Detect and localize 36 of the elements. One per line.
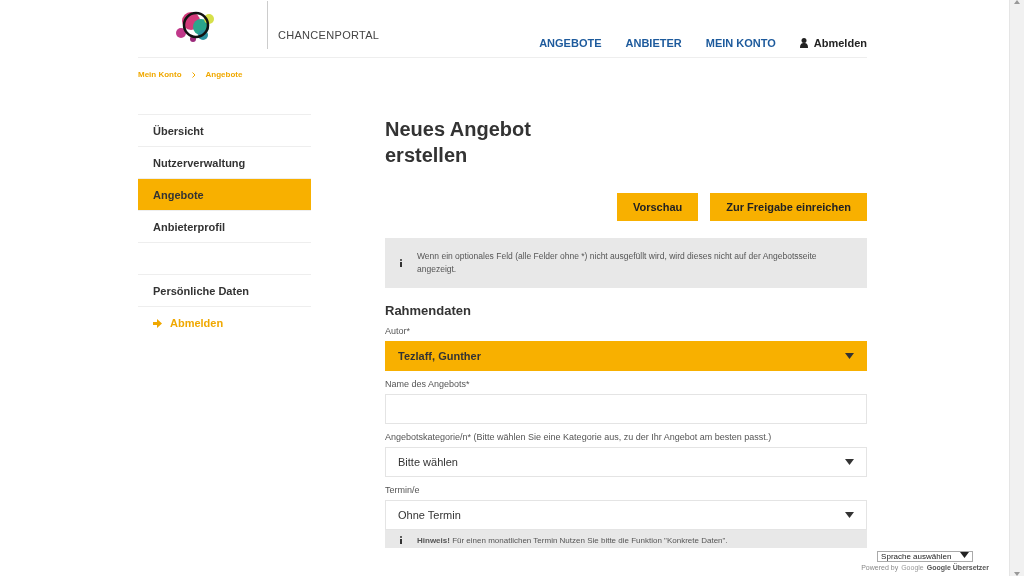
nav-link[interactable]: MEIN KONTO: [705, 37, 776, 49]
select-field[interactable]: Tezlaff, Gunther: [385, 341, 867, 371]
scrollbar[interactable]: [1009, 0, 1024, 576]
info-text: Wenn ein optionales Feld (alle Felder ohne *) nicht ausgefüllt wird, wird dieses nicht auf der Angebotsseite angezeigt.: [417, 250, 818, 276]
nav-link[interactable]: ANBIETER: [625, 37, 682, 49]
submit-button[interactable]: Zur Freigabe einreichen: [710, 193, 867, 221]
preview-button[interactable]: Vorschau: [617, 193, 699, 221]
field-label: Termin/e: [385, 485, 421, 495]
info-icon: [399, 536, 403, 544]
page-title: Neues Angebot erstellen: [385, 117, 532, 168]
input-field[interactable]: [385, 394, 867, 424]
nav-link[interactable]: ANGEBOTE: [539, 37, 602, 49]
scroll-up-icon[interactable]: [1014, 0, 1020, 4]
sidebar-item[interactable]: Angebote: [138, 179, 311, 211]
sidebar-item[interactable]: Persönliche Daten: [138, 275, 311, 307]
caret-icon: [845, 353, 854, 359]
caret-icon: [845, 459, 854, 465]
language-select[interactable]: Sprache auswählen: [877, 551, 974, 562]
section-title: Rahmendaten: [385, 303, 472, 318]
caret-icon: [845, 512, 854, 518]
field-label: Angebotskategorie/n* (Bitte wählen Sie eine Kategorie aus, zu der Ihr Angebot am besten passt.): [385, 432, 773, 442]
sidebar-item[interactable]: Übersicht: [138, 115, 311, 147]
select-field[interactable]: Bitte wählen: [385, 447, 867, 477]
chevron-icon: [191, 72, 196, 78]
caret-icon: [960, 552, 970, 558]
hint-text: Hinweis! Für einen monatlichen Termin Nutzen Sie bitte die Funktion "Konkrete Daten".: [417, 536, 728, 547]
brand-name: CHANCENPORTAL: [267, 1, 380, 49]
info-icon: [399, 259, 403, 267]
logout-link[interactable]: Abmelden: [799, 37, 867, 49]
scroll-down-icon[interactable]: [1014, 572, 1020, 576]
select-field[interactable]: Ohne Termin: [385, 500, 867, 530]
sidebar-item[interactable]: Anbieterprofil: [138, 211, 311, 243]
arrow-right-icon: [153, 318, 162, 328]
field-label: Name des Angebots*: [385, 379, 471, 389]
field-label: Autor*: [385, 326, 411, 336]
user-icon: [799, 38, 808, 48]
